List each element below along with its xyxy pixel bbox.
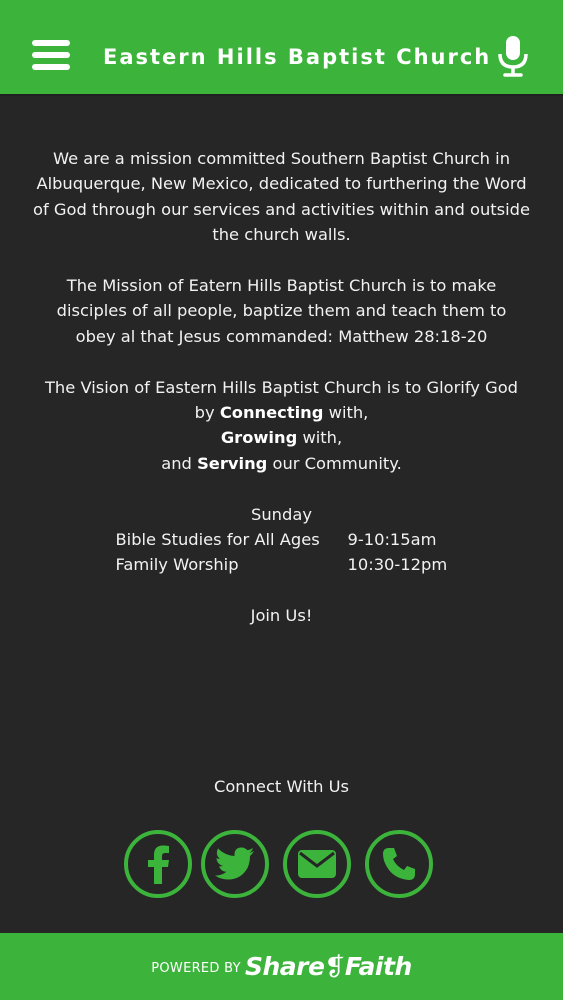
intro-text: We are a mission committed Southern Bapt…	[33, 149, 530, 245]
microphone-icon[interactable]	[496, 34, 530, 78]
vision-connecting-suffix: with,	[328, 403, 369, 423]
connect-title: Connect With Us	[213, 777, 350, 796]
footer-bar: POWERED BY Share❡Faith	[0, 933, 563, 1000]
twitter-button[interactable]	[201, 830, 269, 898]
intro-paragraph: We are a mission committed Southern Bapt…	[0, 146, 563, 248]
vision-growing-suffix: with,	[302, 428, 343, 448]
schedule-item-time: 10:30-12pm	[347, 555, 448, 575]
vision-serving: Serving	[197, 453, 268, 473]
powered-by-label: POWERED BY	[151, 961, 241, 976]
schedule-day: Sunday	[251, 504, 312, 524]
vision-serving-suffix: our Community.	[272, 453, 402, 473]
schedule-row: Family Worship 10:30-12pm	[0, 552, 563, 577]
email-button[interactable]	[283, 830, 351, 898]
phone-icon	[383, 848, 415, 880]
twitter-icon	[215, 847, 254, 880]
schedule-row: Bible Studies for All Ages 9-10:15am	[0, 527, 563, 552]
vision-paragraph: The Vision of Eastern Hills Baptist Chur…	[0, 375, 563, 477]
sharefaith-logo[interactable]: Share❡Faith	[245, 952, 412, 981]
schedule-item-name: Bible Studies for All Ages	[115, 530, 320, 550]
vision-growing: Growing	[220, 428, 298, 448]
facebook-icon	[148, 845, 169, 884]
vision-connecting: Connecting	[219, 403, 324, 423]
social-buttons	[0, 830, 563, 900]
join-us-text: Join Us!	[250, 606, 313, 626]
service-schedule: Sunday Bible Studies for All Ages 9-10:1…	[0, 502, 563, 578]
app-header: Eastern Hills Baptist Church	[0, 0, 563, 96]
vision-serving-prefix: and	[161, 453, 192, 473]
mission-paragraph: The Mission of Eatern Hills Baptist Chur…	[0, 273, 563, 349]
main-content: We are a mission committed Southern Bapt…	[0, 146, 563, 629]
email-icon	[298, 850, 336, 878]
schedule-item-name: Family Worship	[115, 555, 239, 575]
phone-button[interactable]	[365, 830, 433, 898]
hamburger-menu-icon[interactable]	[32, 40, 70, 72]
page-title: Eastern Hills Baptist Church	[103, 45, 492, 69]
schedule-item-time: 9-10:15am	[347, 530, 437, 550]
facebook-button[interactable]	[124, 830, 192, 898]
mission-text: The Mission of Eatern Hills Baptist Chur…	[56, 276, 507, 346]
